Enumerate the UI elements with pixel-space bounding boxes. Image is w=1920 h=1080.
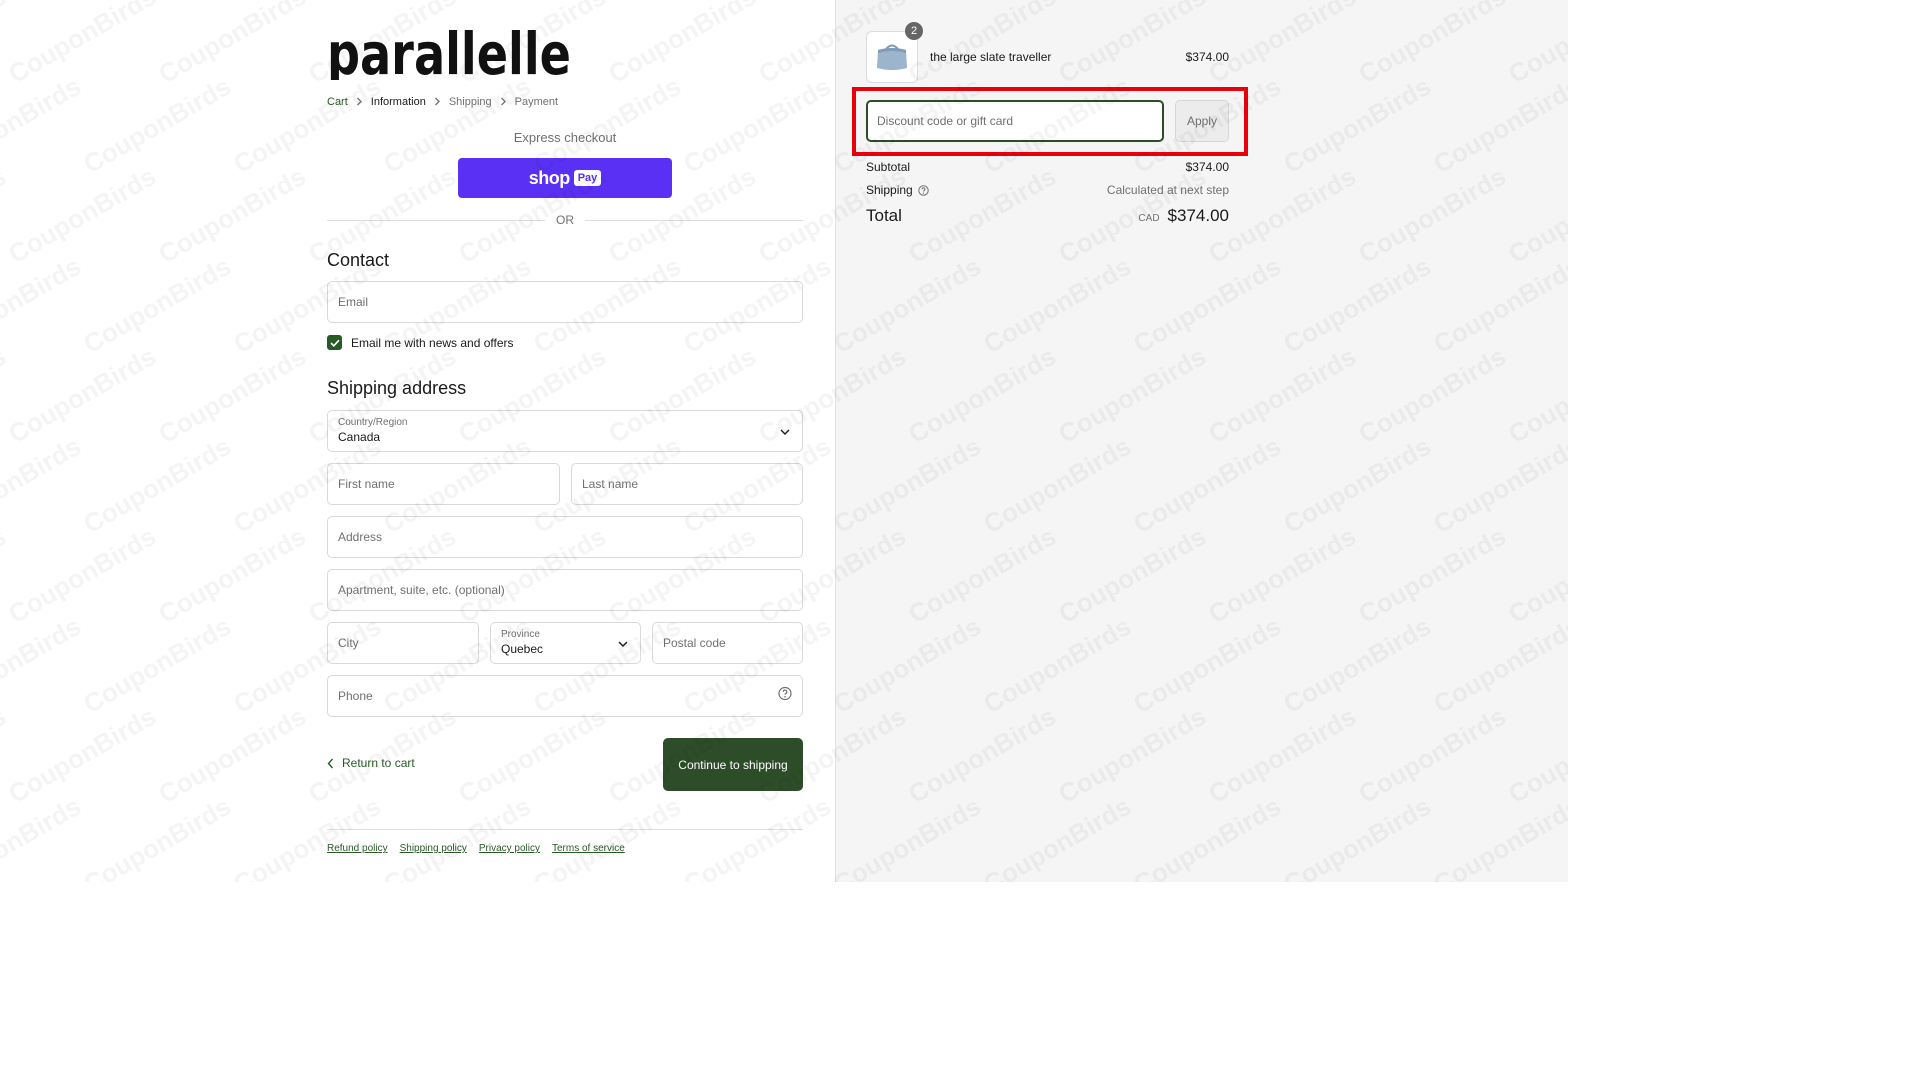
subtotal-value: $374.00 — [1185, 160, 1229, 174]
city-field[interactable] — [327, 622, 479, 664]
postal-code-field[interactable] — [652, 622, 803, 664]
subtotal-row: Subtotal $374.00 — [866, 160, 1229, 174]
total-row: Total CAD $374.00 — [866, 206, 1229, 226]
checkmark-icon — [329, 339, 340, 347]
breadcrumb-information: Information — [370, 95, 426, 108]
help-circle-icon[interactable] — [778, 686, 792, 706]
email-input[interactable] — [338, 295, 792, 309]
breadcrumb-shipping: Shipping — [448, 95, 492, 108]
shop-pay-badge: Pay — [573, 170, 602, 186]
brand-logo: parallelle — [327, 28, 571, 80]
shipping-label: Shipping — [866, 183, 913, 197]
chevron-right-icon — [492, 97, 515, 106]
terms-of-service-link[interactable]: Terms of service — [552, 843, 625, 854]
city-input[interactable] — [338, 636, 468, 650]
phone-input[interactable] — [338, 689, 792, 703]
refund-policy-link[interactable]: Refund policy — [327, 843, 388, 854]
product-name: the large slate traveller — [930, 50, 1052, 64]
chevron-left-icon — [327, 758, 334, 768]
privacy-policy-link[interactable]: Privacy policy — [479, 843, 540, 854]
shipping-policy-link[interactable]: Shipping policy — [400, 843, 467, 854]
newsletter-checkbox[interactable] — [327, 335, 342, 350]
apartment-input[interactable] — [338, 583, 792, 597]
return-to-cart-link[interactable]: Return to cart — [327, 756, 415, 770]
apartment-field[interactable] — [327, 569, 803, 611]
newsletter-option[interactable]: Email me with news and offers — [327, 335, 514, 350]
address-input[interactable] — [338, 530, 792, 544]
discount-highlight-box — [852, 87, 1248, 156]
chevron-down-icon — [780, 422, 790, 440]
chevron-right-icon — [426, 97, 449, 106]
email-field[interactable] — [327, 281, 803, 323]
address-field[interactable] — [327, 516, 803, 558]
continue-to-shipping-button[interactable]: Continue to shipping — [663, 738, 803, 791]
currency-code: CAD — [1138, 213, 1160, 224]
shipping-value: Calculated at next step — [1106, 183, 1229, 197]
quantity-badge: 2 — [905, 22, 923, 40]
country-value: Canada — [338, 430, 381, 444]
footer-policy-links: Refund policy Shipping policy Privacy po… — [327, 843, 625, 854]
last-name-input[interactable] — [582, 477, 792, 491]
svg-text:parallelle: parallelle — [327, 28, 571, 80]
footer-divider — [327, 829, 803, 830]
product-price: $374.00 — [1185, 50, 1229, 64]
province-select[interactable]: Province Quebec — [490, 622, 641, 664]
chevron-down-icon — [618, 634, 628, 652]
province-value: Quebec — [501, 642, 544, 656]
province-label: Province — [501, 629, 540, 640]
last-name-field[interactable] — [571, 463, 803, 505]
total-value: $374.00 — [1167, 206, 1229, 225]
country-label: Country/Region — [338, 417, 408, 428]
checkout-main-panel: parallelle Cart Information Shipping Pay… — [0, 0, 835, 882]
product-bag-image — [877, 44, 907, 70]
shipping-row: Shipping Calculated at next step — [866, 183, 1229, 197]
newsletter-label: Email me with news and offers — [351, 335, 514, 350]
first-name-field[interactable] — [327, 463, 560, 505]
shop-pay-wordmark: shop — [528, 167, 571, 188]
breadcrumb-cart[interactable]: Cart — [327, 96, 348, 108]
chevron-right-icon — [348, 97, 371, 106]
total-label: Total — [866, 206, 902, 225]
contact-heading: Contact — [327, 250, 390, 270]
first-name-input[interactable] — [338, 477, 549, 491]
shipping-address-heading: Shipping address — [327, 378, 467, 398]
phone-field[interactable] — [327, 675, 803, 717]
express-checkout-title: Express checkout — [513, 130, 617, 145]
or-label: OR — [556, 213, 574, 227]
country-select[interactable]: Country/Region Canada — [327, 410, 803, 452]
return-to-cart-label: Return to cart — [342, 756, 415, 770]
help-circle-icon[interactable] — [917, 184, 929, 196]
breadcrumb: Cart Information Shipping Payment — [327, 95, 558, 108]
subtotal-label: Subtotal — [866, 160, 911, 174]
shop-pay-button[interactable]: shop Pay — [458, 158, 672, 198]
breadcrumb-payment: Payment — [514, 95, 559, 108]
postal-code-input[interactable] — [663, 636, 792, 650]
or-divider: OR — [327, 212, 803, 228]
